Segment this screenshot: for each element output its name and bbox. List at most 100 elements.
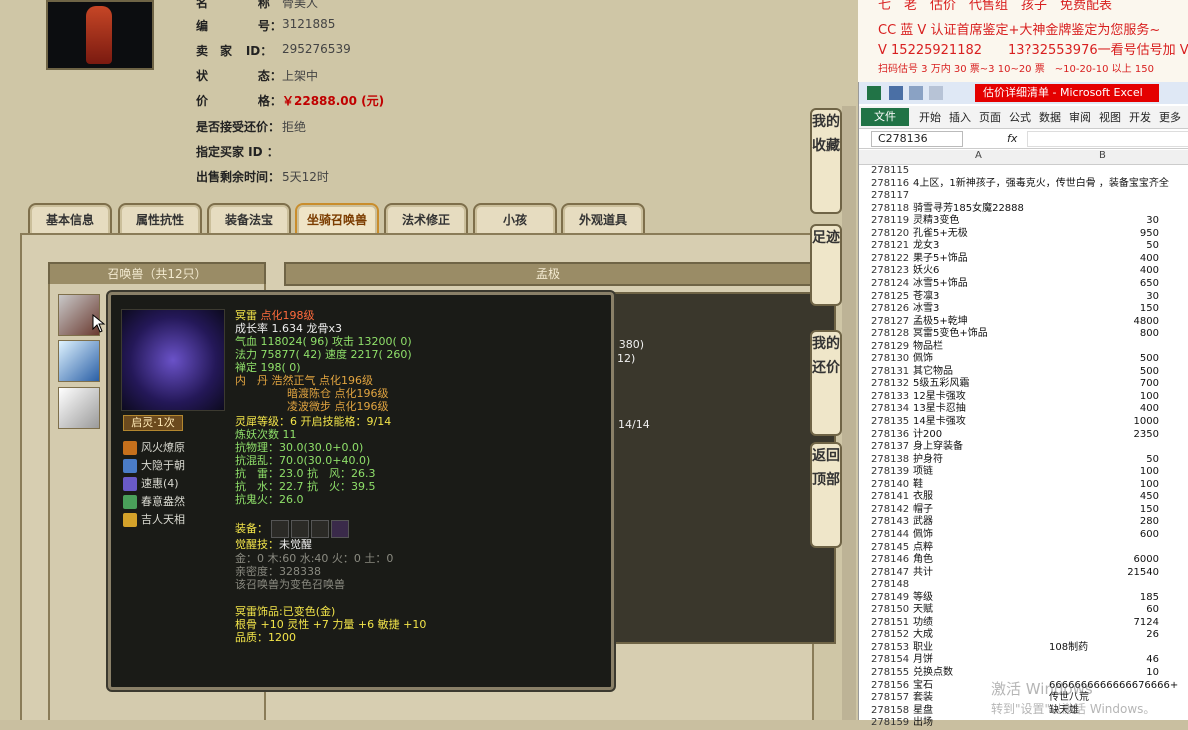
cell-a[interactable]: 武器 — [913, 516, 933, 529]
cell-a[interactable]: 身上穿装备 — [913, 441, 963, 454]
cell-b[interactable]: 7124 — [1134, 617, 1159, 630]
cell-a[interactable]: 角色 — [913, 554, 933, 567]
sheet-row[interactable]: 278115 — [859, 165, 1188, 178]
sheet-row[interactable]: 278142 帽子 150 — [859, 504, 1188, 517]
cell-b[interactable]: 30 — [1146, 215, 1159, 228]
cell-b[interactable]: 10 — [1146, 667, 1159, 680]
ribbon-tab-home[interactable]: 开始 — [919, 109, 941, 125]
cell-a[interactable]: 职业 — [913, 642, 933, 655]
row-number[interactable]: 278153 — [871, 642, 915, 655]
cell-b[interactable]: 108制药 — [1049, 642, 1088, 655]
cell-a[interactable]: 14星卡强攻 — [913, 416, 966, 429]
sheet-row[interactable]: 278153 职业 108制药 — [859, 642, 1188, 655]
row-number[interactable]: 278157 — [871, 692, 915, 705]
cell-a[interactable]: 计200 — [913, 429, 942, 442]
cell-a[interactable]: 果子5+饰品 — [913, 253, 968, 266]
cell-a[interactable]: 等级 — [913, 592, 933, 605]
sheet-row[interactable]: 278130 佩饰 500 — [859, 353, 1188, 366]
cell-b[interactable]: 30 — [1146, 291, 1159, 304]
row-number[interactable]: 278124 — [871, 278, 915, 291]
sheet-row[interactable]: 278124 冰雪5+饰品 650 — [859, 278, 1188, 291]
file-tab[interactable]: 文件 — [861, 108, 909, 126]
undo-icon[interactable] — [909, 86, 923, 100]
cell-a[interactable]: 护身符 — [913, 454, 943, 467]
cell-a[interactable]: 妖火6 — [913, 265, 939, 278]
row-number[interactable]: 278131 — [871, 366, 915, 379]
cell-a[interactable]: 灵精3变色 — [913, 215, 959, 228]
sheet-row[interactable]: 278129 物品栏 — [859, 341, 1188, 354]
cell-b[interactable]: 21540 — [1127, 567, 1159, 580]
row-number[interactable]: 278149 — [871, 592, 915, 605]
cell-a[interactable]: 13星卡忍抽 — [913, 403, 966, 416]
row-number[interactable]: 278130 — [871, 353, 915, 366]
cell-a[interactable]: 帽子 — [913, 504, 933, 517]
cell-b[interactable]: 50 — [1146, 454, 1159, 467]
fx-icon[interactable]: fx — [1007, 132, 1017, 145]
sheet-row[interactable]: 278151 功绩 7124 — [859, 617, 1188, 630]
row-number[interactable]: 278127 — [871, 316, 915, 329]
col-header-b[interactable]: B — [1099, 150, 1106, 161]
cell-a[interactable]: 项链 — [913, 466, 933, 479]
row-number[interactable]: 278141 — [871, 491, 915, 504]
sheet-row[interactable]: 278148 — [859, 579, 1188, 592]
sheet-row[interactable]: 278139 项链 100 — [859, 466, 1188, 479]
tab-appearance[interactable]: 外观道具 — [561, 203, 645, 235]
row-number[interactable]: 278125 — [871, 291, 915, 304]
cell-b[interactable]: 400 — [1140, 403, 1159, 416]
sheet-row[interactable]: 278143 武器 280 — [859, 516, 1188, 529]
ribbon-tab-developer[interactable]: 开发 — [1129, 109, 1151, 125]
row-number[interactable]: 278132 — [871, 378, 915, 391]
back-to-top-button[interactable]: 返回顶部 — [810, 442, 842, 548]
row-number[interactable]: 278118 — [871, 203, 915, 216]
cell-b[interactable]: 2350 — [1134, 429, 1159, 442]
cell-b[interactable]: 600 — [1140, 529, 1159, 542]
row-number[interactable]: 278139 — [871, 466, 915, 479]
row-number[interactable]: 278146 — [871, 554, 915, 567]
formula-input[interactable] — [1027, 131, 1188, 147]
cell-b[interactable]: 150 — [1140, 504, 1159, 517]
sheet-row[interactable]: 278134 13星卡忍抽 400 — [859, 403, 1188, 416]
sheet-row[interactable]: 278154 月饼 46 — [859, 654, 1188, 667]
sheet-row[interactable]: 278136 计200 2350 — [859, 429, 1188, 442]
cell-b[interactable]: 4800 — [1134, 316, 1159, 329]
cell-b[interactable]: 26 — [1146, 629, 1159, 642]
cell-a[interactable]: 大成 — [913, 629, 933, 642]
ribbon-tab-more[interactable]: 更多 — [1159, 109, 1181, 125]
ribbon-tab-view[interactable]: 视图 — [1099, 109, 1121, 125]
cell-b[interactable]: 700 — [1140, 378, 1159, 391]
cell-a[interactable]: 点粹 — [913, 542, 933, 555]
sheet-row[interactable]: 278145 点粹 — [859, 542, 1188, 555]
sheet-row[interactable]: 278125 苍凛3 30 — [859, 291, 1188, 304]
cell-a[interactable]: 套装 — [913, 692, 933, 705]
row-number[interactable]: 278158 — [871, 705, 915, 718]
sheet-row[interactable]: 278122 果子5+饰品 400 — [859, 253, 1188, 266]
col-header-a[interactable]: A — [975, 150, 982, 161]
cell-b[interactable]: 100 — [1140, 466, 1159, 479]
cell-a[interactable]: 冥雷5变色+饰品 — [913, 328, 988, 341]
cell-b[interactable]: 400 — [1140, 253, 1159, 266]
cell-b[interactable]: 100 — [1140, 391, 1159, 404]
row-number[interactable]: 278136 — [871, 429, 915, 442]
sheet-row[interactable]: 278147 共计 21540 — [859, 567, 1188, 580]
cell-b[interactable]: 1000 — [1134, 416, 1159, 429]
sheet-row[interactable]: 278127 孟极5+乾坤 4800 — [859, 316, 1188, 329]
cell-a[interactable]: 孟极5+乾坤 — [913, 316, 968, 329]
my-counteroffers-button[interactable]: 我的还价 — [810, 330, 842, 436]
sheet-row[interactable]: 278149 等级 185 — [859, 592, 1188, 605]
row-number[interactable]: 278122 — [871, 253, 915, 266]
sheet-row[interactable]: 278138 护身符 50 — [859, 454, 1188, 467]
cell-a[interactable]: 功绩 — [913, 617, 933, 630]
sheet-row[interactable]: 278123 妖火6 400 — [859, 265, 1188, 278]
row-number[interactable]: 278137 — [871, 441, 915, 454]
redo-icon[interactable] — [929, 86, 943, 100]
sheet-row[interactable]: 278146 角色 6000 — [859, 554, 1188, 567]
tab-basic-info[interactable]: 基本信息 — [28, 203, 112, 235]
cell-a[interactable]: 佩饰 — [913, 353, 933, 366]
footprint-button[interactable]: 足迹 — [810, 224, 842, 306]
cell-a[interactable]: 5级五彩风霜 — [913, 378, 969, 391]
cell-b[interactable]: 50 — [1146, 240, 1159, 253]
cell-a[interactable]: 冰雪3 — [913, 303, 939, 316]
ribbon-tab-insert[interactable]: 插入 — [949, 109, 971, 125]
cell-a[interactable]: 星盘 — [913, 705, 933, 718]
row-number[interactable]: 278151 — [871, 617, 915, 630]
